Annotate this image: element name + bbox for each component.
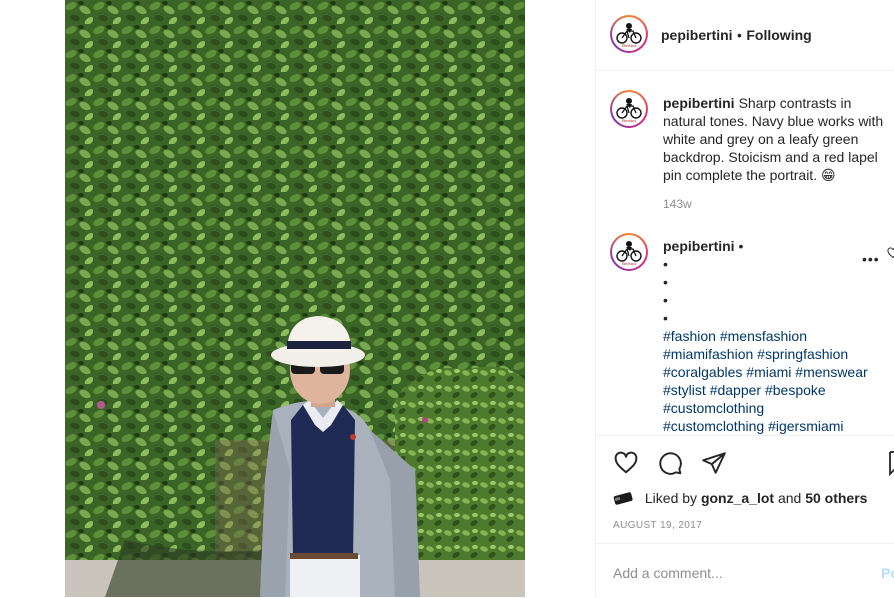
caption-time[interactable]: 143w: [663, 197, 692, 211]
comment-bullet: •: [663, 292, 668, 308]
hashtag-link[interactable]: #igersmiami: [768, 418, 843, 434]
hashtag-line: #stylist #dapper #bespoke: [663, 381, 894, 399]
hashtag-link[interactable]: #fashion: [663, 328, 716, 344]
post-side-panel: Bertini pepibertini • Following Bertini: [595, 0, 894, 597]
likes-conj: and: [777, 490, 802, 506]
others-link[interactable]: 50 others: [805, 490, 867, 506]
bicycle-logo-icon: Bertini: [616, 23, 642, 48]
hashtag-link[interactable]: #miamifashion: [663, 346, 753, 362]
comment-like-icon[interactable]: [887, 247, 894, 259]
post-header: Bertini pepibertini • Following: [596, 0, 894, 71]
post-button[interactable]: Po: [881, 565, 894, 581]
hashtag-link[interactable]: #coralgables: [663, 364, 742, 380]
hashtag-line: #customclothing: [663, 399, 894, 417]
svg-text:Bertini: Bertini: [622, 261, 637, 266]
add-comment-bar: Add a comment... Po: [596, 543, 894, 598]
comment-avatar[interactable]: Bertini: [610, 233, 648, 271]
hashtag-line: #customclothing #igersmiami: [663, 417, 894, 434]
following-button[interactable]: Following: [746, 27, 811, 43]
caption-avatar[interactable]: Bertini: [610, 90, 648, 128]
comments-scroll[interactable]: Bertini pepibertini Sharp contrasts in na…: [596, 71, 894, 434]
header-username[interactable]: pepibertini: [661, 27, 733, 43]
liker-username[interactable]: gonz_a_lot: [701, 490, 774, 506]
hashtag-link[interactable]: #mensfashion: [720, 328, 807, 344]
hashtag-link[interactable]: #miami: [746, 364, 791, 380]
svg-text:Bertini: Bertini: [622, 118, 637, 123]
hashtag-link[interactable]: #customclothing: [663, 400, 764, 416]
hashtag-link[interactable]: #bespoke: [765, 382, 826, 398]
more-options-button[interactable]: •••: [862, 251, 880, 267]
post-photo[interactable]: [65, 0, 525, 597]
avatar[interactable]: Bertini: [610, 15, 648, 53]
post-date[interactable]: AUGUST 19, 2017: [613, 520, 702, 531]
caption-username[interactable]: pepibertini: [663, 95, 735, 111]
hashtag-link[interactable]: #menswear: [795, 364, 867, 380]
action-bar: Liked by gonz_a_lot and 50 others AUGUST…: [596, 435, 894, 544]
hashtag-link[interactable]: #customclothing: [663, 418, 764, 434]
photo-pane: [0, 0, 595, 597]
hashtag-link[interactable]: #dapper: [710, 382, 761, 398]
heart-icon[interactable]: [613, 450, 639, 476]
comment-input[interactable]: Add a comment...: [613, 565, 723, 581]
svg-text:Bertini: Bertini: [622, 43, 637, 48]
hashtag-line: #fashion #mensfashion: [663, 327, 894, 345]
bookmark-icon[interactable]: [889, 450, 894, 476]
liker-avatar-icon[interactable]: [613, 491, 635, 505]
comment-bullet: •: [663, 256, 668, 272]
hashtag-line: #miamifashion #springfashion: [663, 345, 894, 363]
comment-separator: •: [738, 238, 744, 254]
photo-illustration: [65, 0, 525, 597]
likes-summary: Liked by gonz_a_lot and 50 others: [613, 490, 867, 506]
liked-by-label: Liked by: [644, 490, 698, 506]
speech-bubble-icon[interactable]: [657, 450, 683, 476]
hashtag-link[interactable]: #stylist: [663, 382, 706, 398]
comment-bullet: •: [663, 274, 668, 290]
bicycle-logo-icon: Bertini: [616, 241, 642, 266]
header-separator: •: [737, 27, 742, 43]
caption: pepibertini Sharp contrasts in natural to…: [663, 94, 894, 184]
comment: pepibertini • • • • • #fashion #mensfash…: [663, 237, 894, 434]
header-line: pepibertini • Following: [661, 27, 812, 45]
paper-plane-icon[interactable]: [701, 450, 727, 476]
bicycle-logo-icon: Bertini: [616, 98, 642, 123]
comment-username[interactable]: pepibertini: [663, 238, 735, 254]
comment-bullet: •: [663, 310, 668, 326]
hashtag-link[interactable]: #springfashion: [757, 346, 848, 362]
hashtag-line: #coralgables #miami #menswear: [663, 363, 894, 381]
